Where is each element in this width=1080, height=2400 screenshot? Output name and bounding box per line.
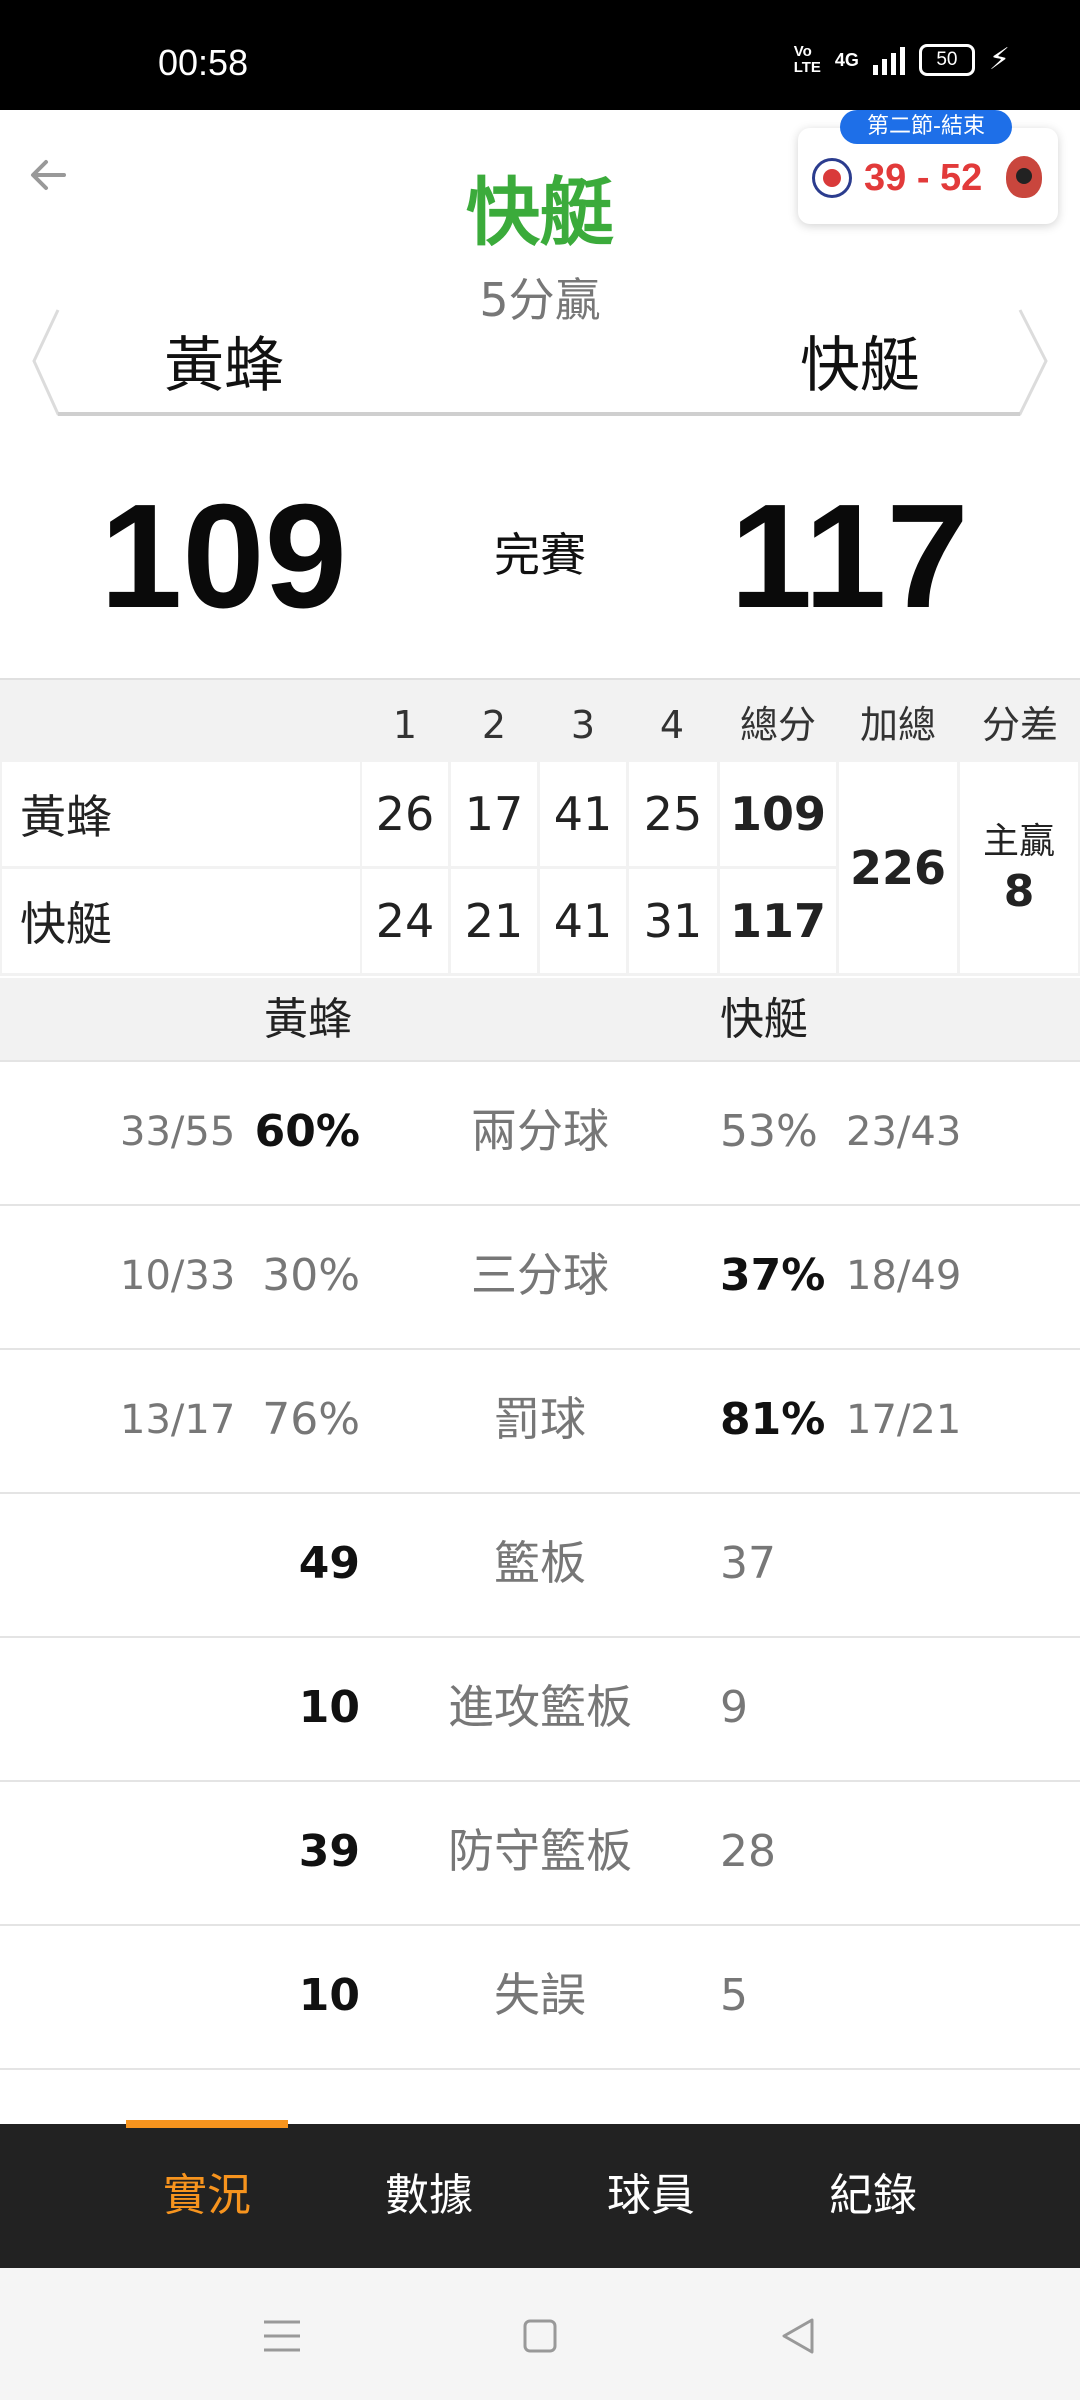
stat-row-def-rebounds: 39 防守籃板 28 [0, 1780, 1080, 1926]
stats-header: 黃蜂 快艇 [0, 978, 1080, 1060]
diff-label: 主贏 [982, 820, 1055, 862]
stat-right-fraction: 17/21 [846, 1397, 962, 1443]
stats-team-left: 黃蜂 [264, 994, 352, 1045]
stat-row-3pt: 10/33 30% 三分球 37% 18/49 [0, 1204, 1080, 1350]
quarter-score-table: 1 2 3 4 總分 加總 分差 黃蜂 26 17 41 25 109 快艇 2… [0, 678, 1080, 976]
stat-row-rebounds: 49 籃板 37 [0, 1492, 1080, 1638]
stat-left-fraction: 33/55 [120, 1109, 236, 1155]
team-name-left: 黃蜂 [164, 331, 284, 401]
menu-icon[interactable] [252, 2308, 312, 2364]
widget-score: 39 - 52 [864, 157, 983, 199]
score-diff: 主贏 8 [960, 762, 1078, 973]
stat-right-value: 28 [720, 1826, 776, 1877]
stat-row-off-rebounds: 10 進攻籃板 9 [0, 1636, 1080, 1782]
signal-icon [872, 45, 905, 75]
stat-left-fraction: 13/17 [120, 1397, 236, 1443]
stat-label: 三分球 [471, 1248, 609, 1302]
charging-icon: ⚡ [988, 42, 1010, 77]
row-q3: 41 [540, 762, 626, 866]
row-q4: 31 [629, 869, 717, 973]
team-name-right: 快艇 [800, 331, 920, 401]
stat-label: 進攻籃板 [448, 1680, 632, 1734]
row-team-name: 快艇 [2, 869, 360, 973]
stats-team-right: 快艇 [720, 994, 808, 1045]
system-nav-bar [0, 2268, 1080, 2400]
stat-right-fraction: 18/49 [846, 1253, 962, 1299]
stat-label: 籃板 [494, 1536, 586, 1590]
combined-total: 226 [839, 762, 957, 973]
row-team-name: 黃蜂 [2, 762, 360, 866]
volte-icon: Vo LTE [793, 43, 821, 76]
status-time: 00:58 [158, 42, 249, 83]
stat-label: 兩分球 [471, 1104, 609, 1158]
stat-right-value: 5 [720, 1970, 748, 2021]
stat-row-freethrow: 13/17 76% 罰球 81% 17/21 [0, 1348, 1080, 1494]
col-header-sum: 加總 [859, 703, 936, 747]
row-total: 109 [720, 762, 836, 866]
stat-right-value: 9 [720, 1682, 748, 1733]
row-q4: 25 [629, 762, 717, 866]
row-total: 117 [720, 869, 836, 973]
col-header-q3: 3 [570, 703, 596, 747]
battery-icon: 50 [918, 44, 975, 76]
back-triangle-icon[interactable] [768, 2308, 828, 2364]
stat-right-value: 53% [720, 1106, 818, 1157]
row-q3: 41 [540, 869, 626, 973]
stat-right-value: 37 [720, 1538, 776, 1589]
row-q1: 26 [362, 762, 448, 866]
status-bar: 00:58 Vo LTE 4G 50 ⚡ [0, 0, 1080, 110]
col-header-q2: 2 [481, 703, 507, 747]
stat-label: 失誤 [494, 1968, 586, 2022]
stat-right-value: 37% [720, 1250, 826, 1301]
row-q1: 24 [362, 869, 448, 973]
network-type: 4G [834, 49, 859, 70]
team-logo-right [1006, 156, 1042, 198]
home-icon[interactable] [510, 2308, 570, 2364]
stat-left-fraction: 10/33 [120, 1253, 236, 1299]
quarter-badge: 第二節-結束 [840, 110, 1012, 144]
col-header-q1: 1 [392, 703, 418, 747]
stat-label: 罰球 [494, 1392, 586, 1446]
col-header-q4: 4 [659, 703, 685, 747]
stat-row-turnovers: 10 失誤 5 [0, 1924, 1080, 2070]
stat-label: 防守籃板 [448, 1824, 632, 1878]
bottom-tab-bar: 實況 數據 球員 紀錄 [0, 2124, 1080, 2268]
score-right: 117 [730, 474, 969, 639]
live-score-widget[interactable]: 第二節-結束 39 - 52 [798, 110, 1058, 224]
status-icons: Vo LTE 4G 50 ⚡ [794, 44, 1010, 76]
tab-records[interactable]: 紀錄 [738, 2124, 1008, 2268]
active-tab-indicator [126, 2120, 288, 2128]
col-header-diff: 分差 [981, 703, 1058, 747]
row-q2: 17 [451, 762, 537, 866]
col-header-total: 總分 [739, 703, 816, 747]
stat-row-2pt: 33/55 60% 兩分球 53% 23/43 [0, 1060, 1080, 1206]
stat-row-partial [0, 2068, 1080, 2126]
team-logo-left [812, 158, 852, 198]
stat-right-value: 81% [720, 1394, 826, 1445]
diff-value: 8 [1003, 865, 1035, 917]
stat-right-fraction: 23/43 [846, 1109, 962, 1155]
row-q2: 21 [451, 869, 537, 973]
